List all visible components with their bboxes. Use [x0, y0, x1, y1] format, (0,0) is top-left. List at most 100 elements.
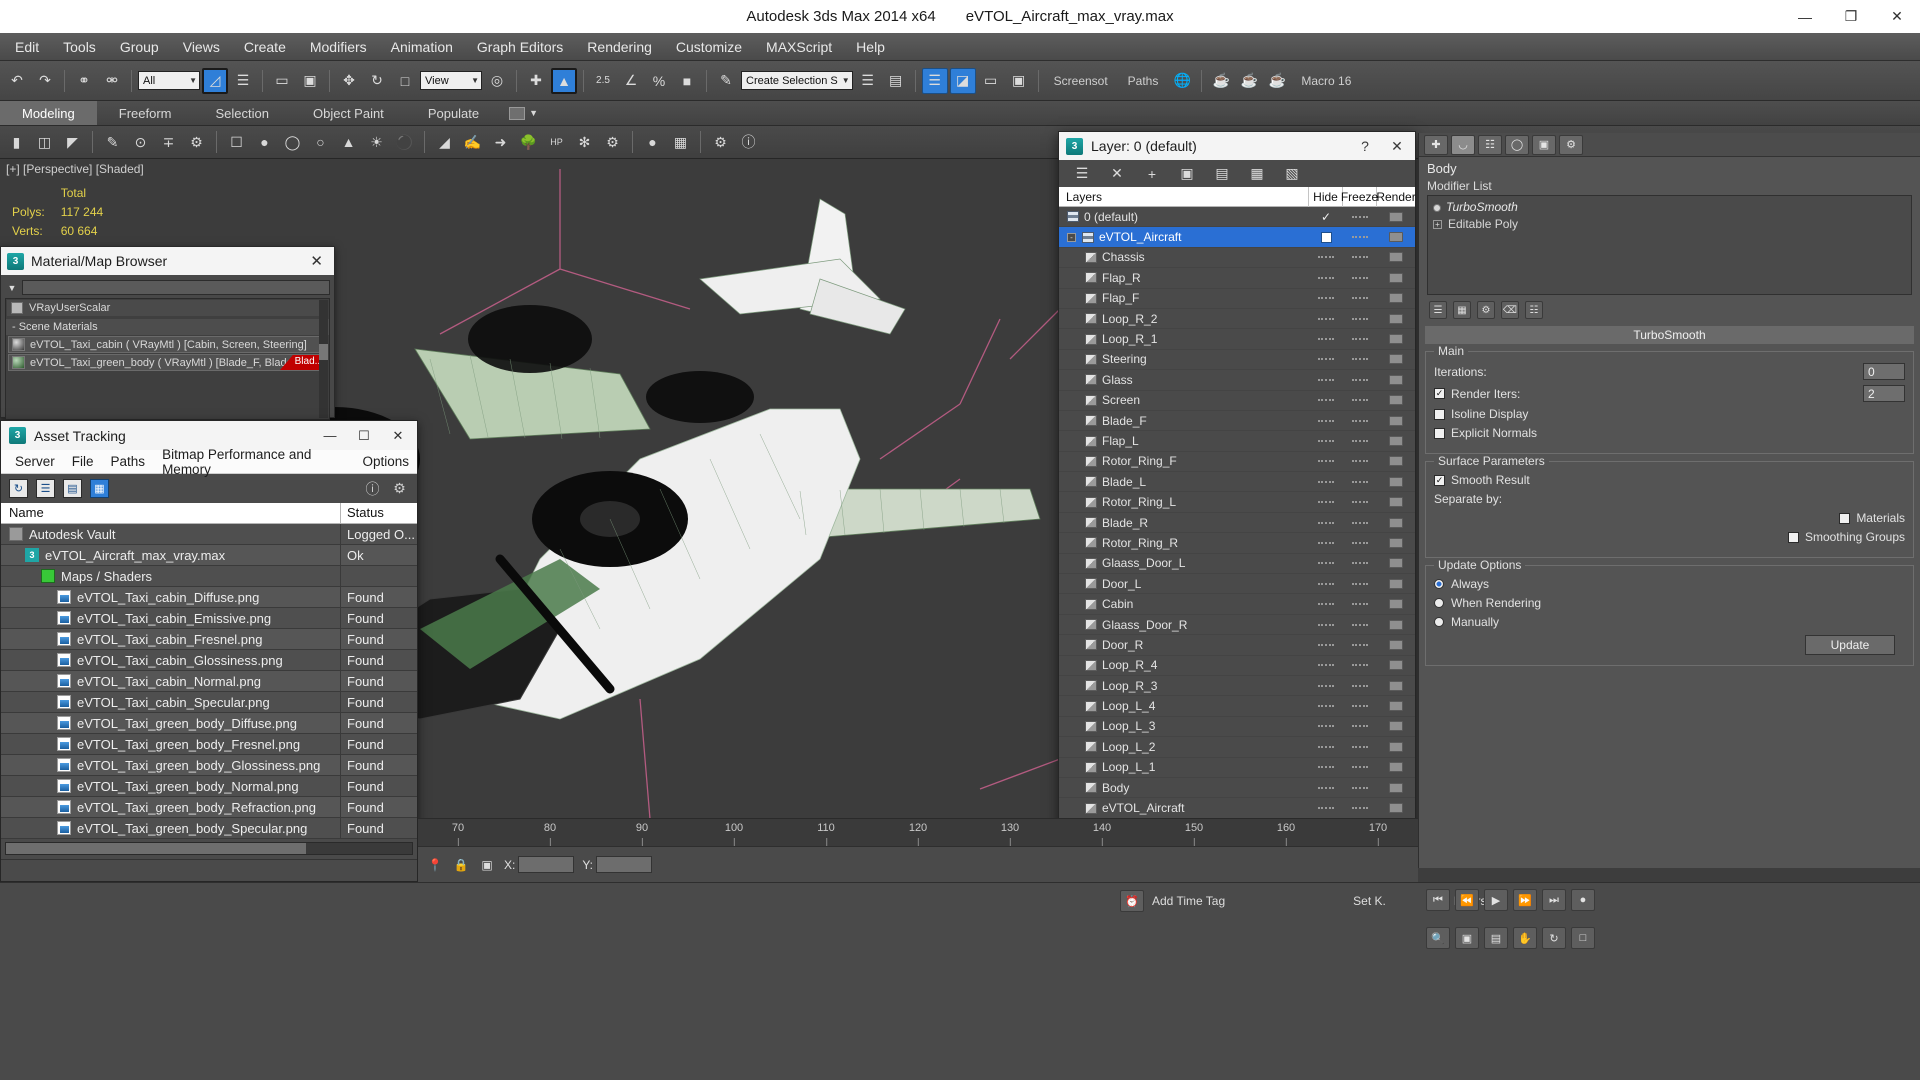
freeze-toggle-cell[interactable] — [1343, 655, 1377, 675]
asset-tracking-row-list[interactable]: Autodesk Vault Logged O... 3 eVTOL_Aircraft… — [1, 524, 417, 840]
hide-toggle-cell[interactable] — [1309, 655, 1343, 675]
render-toggle-cell[interactable] — [1377, 268, 1415, 288]
column-header-hide[interactable]: Hide — [1309, 186, 1343, 207]
hide-toggle-cell[interactable] — [1309, 757, 1343, 777]
table-row[interactable]: Maps / Shaders — [1, 565, 417, 587]
sun-light-icon[interactable]: ☀ — [364, 130, 389, 155]
render-toggle-cell[interactable] — [1377, 615, 1415, 635]
hide-toggle-cell[interactable] — [1309, 247, 1343, 267]
absolute-relative-icon[interactable]: ▣ — [478, 856, 496, 874]
freeze-toggle-cell[interactable] — [1343, 329, 1377, 349]
menu-help[interactable]: Help — [845, 35, 896, 59]
column-header-layers[interactable]: Layers — [1059, 186, 1309, 207]
align-icon[interactable]: ▤ — [883, 68, 909, 94]
layer-row[interactable]: Rotor_Ring_R — [1059, 533, 1415, 554]
constraints-icon[interactable]: ⚙ — [184, 130, 209, 155]
layer-row[interactable]: 0 (default) ✓ — [1059, 207, 1415, 228]
hide-toggle-cell[interactable] — [1309, 268, 1343, 288]
expander-icon[interactable]: + — [1433, 220, 1442, 229]
add-selection-to-layer-icon[interactable]: + — [1143, 165, 1161, 183]
tab-display[interactable]: ▣ — [1532, 134, 1556, 155]
hide-toggle-cell[interactable] — [1309, 676, 1343, 696]
layer-row[interactable]: Blade_L — [1059, 472, 1415, 493]
subobject-level-icon[interactable]: ◢ — [432, 130, 457, 155]
percent-snap-icon[interactable]: % — [646, 68, 672, 94]
remove-modifier-icon[interactable]: ⌫ — [1501, 301, 1519, 319]
layer-manager-icon[interactable]: ☰ — [921, 67, 948, 94]
cylinder-primitive-icon[interactable]: ◯ — [280, 130, 305, 155]
play-icon[interactable]: ▶ — [1484, 889, 1508, 911]
freeze-toggle-cell[interactable] — [1343, 737, 1377, 757]
use-pivot-center-icon[interactable]: ◎ — [484, 68, 510, 94]
coordinate-y-field[interactable]: Y: — [582, 856, 653, 873]
zoom-all-icon[interactable]: ▣ — [1455, 927, 1479, 949]
pin-stack-icon[interactable]: ☰ — [1429, 301, 1447, 319]
tab-motion[interactable]: ◯ — [1505, 134, 1529, 155]
render-toggle-cell[interactable] — [1377, 370, 1415, 390]
freeze-toggle-cell[interactable] — [1343, 615, 1377, 635]
layer-row[interactable]: Door_R — [1059, 635, 1415, 656]
table-row[interactable]: eVTOL_Taxi_cabin_Glossiness.png Found — [1, 649, 417, 671]
layer-help-button[interactable]: ? — [1349, 132, 1381, 160]
render-iters-spinner[interactable]: 2 — [1863, 385, 1905, 402]
render-toggle-cell[interactable] — [1377, 451, 1415, 471]
layer-row[interactable]: Flap_R — [1059, 268, 1415, 289]
menu-animation[interactable]: Animation — [380, 35, 464, 59]
render-toggle-cell[interactable] — [1377, 676, 1415, 696]
hide-toggle-cell[interactable] — [1309, 431, 1343, 451]
layer-row[interactable]: Glass — [1059, 370, 1415, 391]
zoom-extents-icon[interactable]: ▤ — [1484, 927, 1508, 949]
menu-create[interactable]: Create — [233, 35, 297, 59]
menu-tools[interactable]: Tools — [52, 35, 107, 59]
layer-row[interactable]: Rotor_Ring_F — [1059, 451, 1415, 473]
help-icon[interactable]: ⓘ — [363, 479, 382, 498]
select-link-icon[interactable]: ⚭ — [71, 68, 97, 94]
material-list-scrollbar[interactable] — [319, 300, 328, 418]
freeze-toggle-cell[interactable] — [1343, 492, 1377, 512]
column-header-render[interactable]: Render — [1376, 187, 1415, 207]
freeze-toggle-cell[interactable] — [1343, 207, 1377, 227]
list-view-icon[interactable]: ☰ — [36, 479, 55, 498]
hp-icon[interactable]: HP — [544, 130, 569, 155]
layer-row[interactable]: Screen — [1059, 391, 1415, 411]
select-region-icon[interactable]: ▭ — [269, 68, 295, 94]
grid-view-icon[interactable]: ▦ — [90, 479, 109, 498]
timeline-ruler[interactable]: 70 80 90 100 110 120 130 140 150 160 170 — [418, 818, 1418, 846]
menu-maxscript[interactable]: MAXScript — [755, 35, 843, 59]
layer-row[interactable]: Loop_L_3 — [1059, 717, 1415, 738]
asset-menu-file[interactable]: File — [64, 452, 102, 471]
redo-icon[interactable]: ↷ — [32, 68, 58, 94]
hide-toggle-cell[interactable] — [1309, 390, 1343, 410]
layer-row[interactable]: Door_L — [1059, 574, 1415, 595]
freeze-toggle-cell[interactable] — [1343, 513, 1377, 533]
paths-button[interactable]: Paths — [1119, 74, 1168, 88]
asset-menu-bitmap-performance[interactable]: Bitmap Performance and Memory — [154, 445, 353, 479]
generate-topology-icon[interactable]: ◫ — [32, 130, 57, 155]
asset-close-button[interactable]: ✕ — [381, 421, 415, 450]
menu-rendering[interactable]: Rendering — [576, 35, 663, 59]
modifier-stack-entry-editable-poly[interactable]: + Editable Poly — [1433, 216, 1906, 233]
reference-coordinate-dropdown[interactable]: View ▼ — [420, 71, 482, 90]
scene-materials-group-header[interactable]: - Scene Materials — [6, 319, 329, 335]
table-row[interactable]: 3 eVTOL_Aircraft_max_vray.max Ok — [1, 544, 417, 566]
paint-brush-icon[interactable]: ✍ — [460, 130, 485, 155]
delete-layer-icon[interactable]: ✕ — [1108, 165, 1126, 183]
lock-icon[interactable]: 🔒 — [452, 856, 470, 874]
table-row[interactable]: eVTOL_Taxi_cabin_Emissive.png Found — [1, 607, 417, 629]
layer-row[interactable]: Body — [1059, 778, 1415, 799]
create-new-layer-icon[interactable]: ☰ — [1073, 165, 1091, 183]
freeze-toggle-cell[interactable] — [1343, 390, 1377, 410]
layer-row[interactable]: Glaass_Door_L — [1059, 554, 1415, 575]
select-highlighted-layers-icon[interactable]: ▦ — [1248, 165, 1266, 183]
table-row[interactable]: eVTOL_Taxi_green_body_Normal.png Found — [1, 775, 417, 797]
hide-toggle-cell[interactable] — [1309, 349, 1343, 369]
refresh-icon[interactable]: ↻ — [9, 479, 28, 498]
render-toggle-cell[interactable] — [1377, 227, 1415, 247]
scrollbar-thumb[interactable] — [6, 843, 306, 854]
freeze-toggle-cell[interactable] — [1343, 778, 1377, 798]
settings-icon[interactable]: ⚙ — [390, 479, 409, 498]
hide-toggle-cell[interactable] — [1309, 411, 1343, 431]
show-end-result-icon[interactable]: ▦ — [1453, 301, 1471, 319]
select-and-manipulate-icon[interactable]: ✚ — [523, 68, 549, 94]
coordinate-x-field[interactable]: X: — [504, 856, 575, 873]
